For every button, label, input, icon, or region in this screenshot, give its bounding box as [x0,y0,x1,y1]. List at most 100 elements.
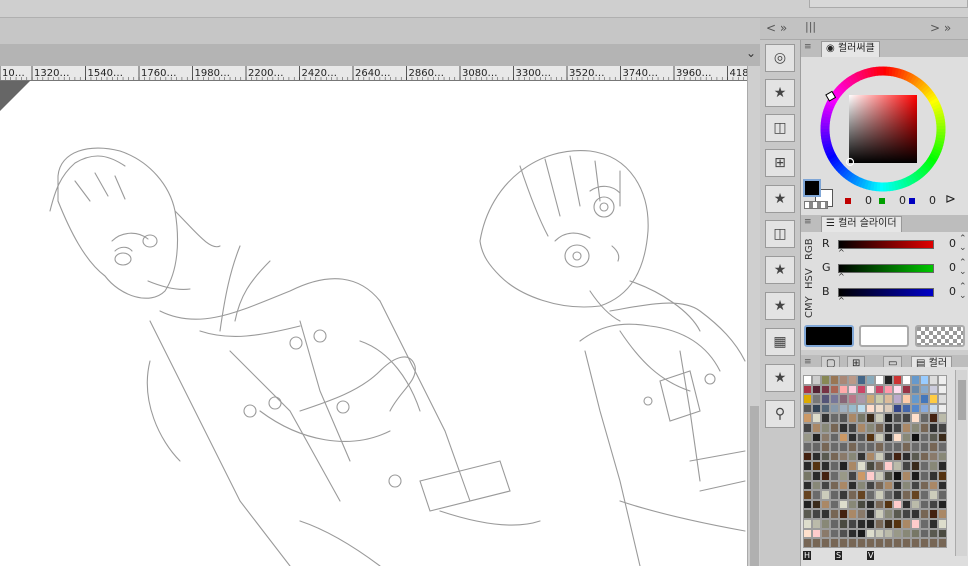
color-chip[interactable] [929,451,938,462]
color-chip[interactable] [875,528,884,539]
color-chip[interactable] [866,470,875,481]
color-chip[interactable] [812,413,821,423]
color-chip[interactable] [812,528,821,539]
color-chip[interactable] [893,470,902,481]
color-chip[interactable] [875,480,884,491]
color-chip[interactable] [938,375,947,385]
color-chip[interactable] [848,499,857,510]
color-chip[interactable] [893,461,902,471]
color-chip[interactable] [938,528,947,539]
color-chip[interactable] [893,509,902,519]
color-chip[interactable] [821,509,830,519]
color-chip[interactable] [920,538,929,548]
color-chip[interactable] [893,422,902,433]
color-chip[interactable] [920,375,929,385]
color-chip[interactable] [920,442,929,452]
color-chip[interactable] [866,403,875,414]
color-chip[interactable] [929,413,938,423]
color-chip[interactable] [857,432,866,443]
color-chip[interactable] [857,442,866,452]
color-chip[interactable] [875,538,884,548]
color-chip[interactable] [839,384,848,395]
color-chip[interactable] [893,375,902,385]
panel-collapse-right[interactable]: > » [930,21,951,35]
color-chip[interactable] [830,451,839,462]
color-chip[interactable] [848,451,857,462]
color-chip[interactable] [848,432,857,443]
color-chip[interactable] [893,480,902,491]
color-chip[interactable] [911,461,920,471]
color-chip[interactable] [839,509,848,519]
color-chip[interactable] [875,394,884,404]
star-icon[interactable]: ★ [765,79,795,107]
color-chip[interactable] [884,461,893,471]
color-chip[interactable] [848,394,857,404]
color-chip[interactable] [902,394,911,404]
color-chip[interactable] [821,461,830,471]
color-chip[interactable] [839,480,848,491]
color-chip[interactable] [938,461,947,471]
color-chip[interactable] [938,490,947,500]
color-chip[interactable] [929,432,938,443]
color-chip[interactable] [839,538,848,548]
color-chip[interactable] [884,480,893,491]
color-chip[interactable] [857,422,866,433]
color-chip[interactable] [866,528,875,539]
color-chip[interactable] [839,422,848,433]
color-chip[interactable] [839,375,848,385]
color-chip[interactable] [920,422,929,433]
grid-icon[interactable]: ▦ [765,328,795,356]
color-chip[interactable] [848,528,857,539]
color-chip[interactable] [938,470,947,481]
layer-property-icon[interactable]: ◫ [765,114,795,142]
color-chip[interactable] [830,528,839,539]
color-chip[interactable] [830,432,839,443]
color-chip[interactable] [884,470,893,481]
color-chip[interactable] [875,422,884,433]
star-icon[interactable]: ★ [765,364,795,392]
color-chip[interactable] [920,470,929,481]
sub-color-button[interactable] [859,325,909,347]
color-chip[interactable] [866,375,875,385]
color-chip[interactable] [866,384,875,395]
color-chip[interactable] [875,375,884,385]
color-chip[interactable] [875,490,884,500]
color-chip[interactable] [884,375,893,385]
color-chip[interactable] [920,451,929,462]
color-chip[interactable] [821,442,830,452]
color-chip[interactable] [812,499,821,510]
color-chip[interactable] [902,528,911,539]
color-chip[interactable] [830,538,839,548]
color-chip[interactable] [866,394,875,404]
color-chip[interactable] [938,413,947,423]
color-chip[interactable] [875,432,884,443]
color-chip[interactable] [902,422,911,433]
color-chip[interactable] [929,518,938,529]
color-chip[interactable] [857,403,866,414]
layer-property-icon[interactable]: ◫ [765,220,795,248]
color-chip[interactable] [803,432,812,443]
color-chip[interactable] [902,538,911,548]
color-chip[interactable] [902,442,911,452]
color-chip[interactable] [902,451,911,462]
color-chip[interactable] [911,413,920,423]
color-chip[interactable] [839,413,848,423]
color-chip[interactable] [929,394,938,404]
color-chip[interactable] [812,432,821,443]
star-icon[interactable]: ★ [765,256,795,284]
scroll-thumb[interactable] [750,406,759,566]
grip-icon[interactable]: ≡ [804,42,812,52]
color-chip[interactable] [884,509,893,519]
color-chip[interactable] [830,413,839,423]
color-chip[interactable] [866,480,875,491]
color-chip[interactable] [911,480,920,491]
color-chip[interactable] [884,432,893,443]
color-chip[interactable] [911,451,920,462]
color-chip[interactable] [812,384,821,395]
color-chip[interactable] [893,518,902,529]
color-chip[interactable] [803,538,812,548]
color-chip[interactable] [875,461,884,471]
color-chip[interactable] [848,422,857,433]
color-chip[interactable] [803,490,812,500]
color-chip[interactable] [875,384,884,395]
